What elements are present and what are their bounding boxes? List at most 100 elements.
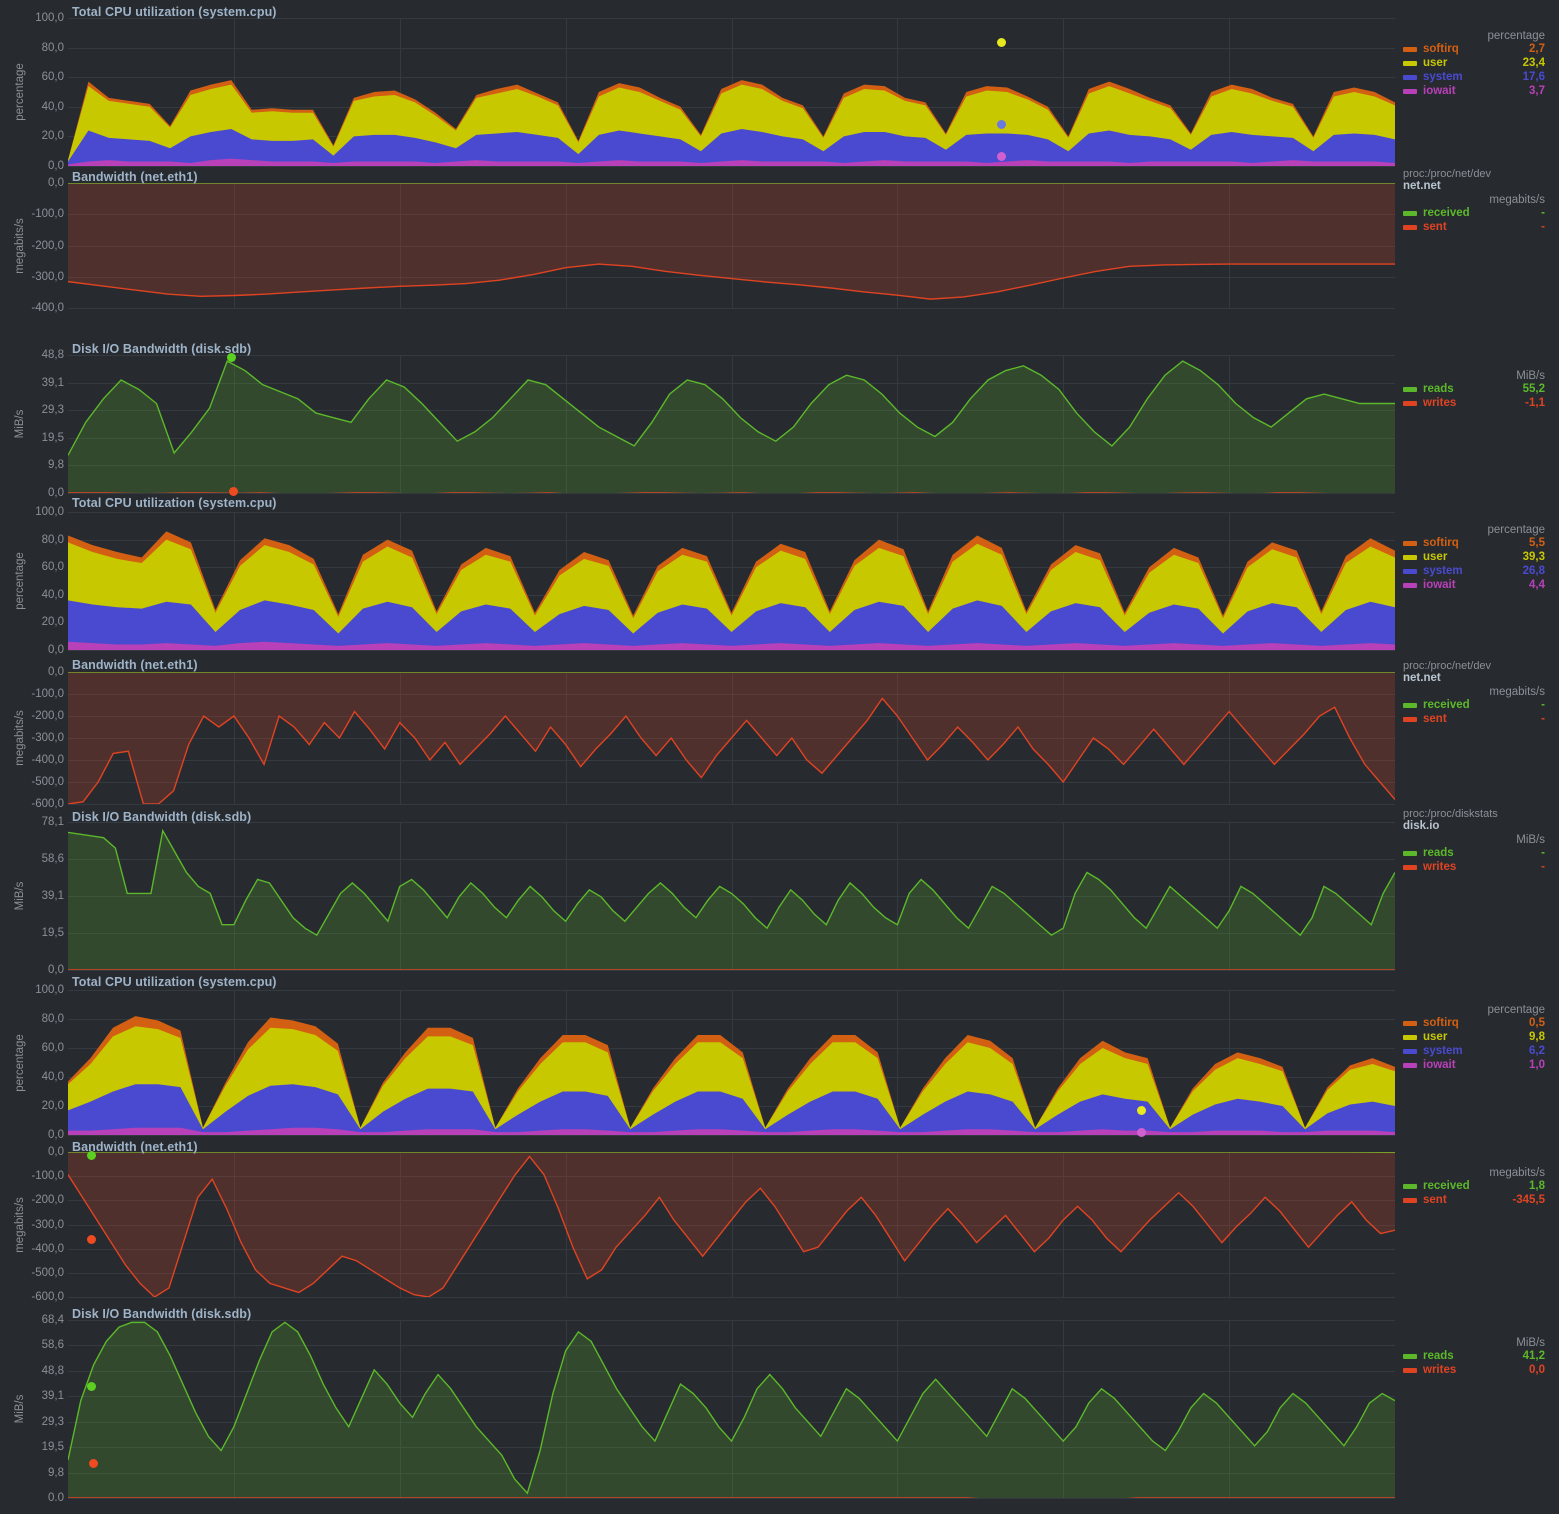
- legend-family: net.net: [1403, 180, 1441, 192]
- plot-area-cpu-1[interactable]: [68, 18, 1395, 167]
- legend-swatch-icon: [1403, 60, 1417, 66]
- legend-dimension-name: softirq: [1423, 537, 1459, 549]
- legend-item-iowait[interactable]: iowait 3,7: [1395, 84, 1555, 98]
- legend-units: MiB/s: [1516, 370, 1545, 382]
- plot-area-cpu-2[interactable]: [68, 512, 1395, 651]
- legend-item-softirq[interactable]: softirq 5,5: [1395, 536, 1555, 550]
- legend-item-user[interactable]: user 23,4: [1395, 56, 1555, 70]
- legend-family: disk.io: [1403, 820, 1440, 832]
- legend-item-received[interactable]: received 1,8: [1395, 1179, 1555, 1193]
- legend-item-system[interactable]: system 26,8: [1395, 564, 1555, 578]
- legend-item-softirq[interactable]: softirq 0,5: [1395, 1016, 1555, 1030]
- y-tick: 9,8: [48, 459, 64, 472]
- legend-item-sent[interactable]: sent -: [1395, 220, 1555, 234]
- legend-item-received[interactable]: received -: [1395, 698, 1555, 712]
- series-cpu-2: [68, 531, 1395, 650]
- y-tick: 20,0: [41, 130, 64, 143]
- legend-dimension-name: system: [1423, 71, 1463, 83]
- legend-dimension-value: 1,0: [1529, 1059, 1545, 1071]
- legend-dimension-name: writes: [1423, 397, 1457, 409]
- legend-swatch-icon: [1403, 88, 1417, 94]
- legend-item-sent[interactable]: sent -: [1395, 712, 1555, 726]
- legend-item-iowait[interactable]: iowait 4,4: [1395, 578, 1555, 592]
- y-tick: 80,0: [41, 1013, 64, 1025]
- legend-swatch-icon: [1403, 400, 1417, 406]
- legend-dimension-name: reads: [1423, 1350, 1454, 1362]
- legend-swatch-icon: [1403, 864, 1417, 870]
- plot-area-disk-2[interactable]: [68, 822, 1395, 971]
- legend-dimension-value: 2,7: [1529, 43, 1545, 55]
- plot-area-net-2[interactable]: [68, 672, 1395, 805]
- y-axis-label-net-3: megabits/s: [14, 1196, 26, 1253]
- y-tick: -200,0: [31, 1194, 64, 1207]
- legend-dimension-name: received: [1423, 1180, 1470, 1192]
- legend-item-reads[interactable]: reads 55,2: [1395, 382, 1555, 396]
- y-tick: 40,0: [41, 1071, 64, 1083]
- series-disk-2: [68, 822, 1395, 970]
- legend-dimension-name: writes: [1423, 861, 1457, 873]
- y-tick: 19,5: [41, 1441, 64, 1454]
- hover-marker-writes: [89, 1459, 98, 1468]
- y-axis-disk-3: 68,4 58,6 48,8 39,1 29,3 19,5 9,8 0.0 MiB/s: [0, 1314, 68, 1504]
- y-tick: -300,0: [31, 270, 64, 283]
- legend-dimension-value: 39,3: [1522, 551, 1545, 563]
- y-axis-cpu-3: 100,0 80,0 60,0 40,0 20,0 0,0 percentage: [0, 984, 68, 1141]
- legend-dimension-value: 55,2: [1522, 383, 1545, 395]
- legend-dimension-value: -345,5: [1512, 1194, 1545, 1206]
- y-tick: 29,3: [41, 1415, 64, 1428]
- legend-dimension-name: softirq: [1423, 1017, 1459, 1029]
- legend-swatch-icon: [1403, 540, 1417, 546]
- y-tick: -300,0: [31, 1218, 64, 1231]
- y-tick: 20,0: [41, 1100, 64, 1112]
- legend-item-writes[interactable]: writes -1,1: [1395, 396, 1555, 410]
- legend-context: proc:/proc/net/dev: [1403, 168, 1492, 180]
- plot-area-disk-3[interactable]: [68, 1320, 1395, 1499]
- y-axis-label-cpu-2: percentage: [14, 552, 26, 610]
- panel-title-net-2: Bandwidth (net.eth1): [72, 658, 198, 672]
- plot-area-cpu-3[interactable]: [68, 990, 1395, 1136]
- legend-item-writes[interactable]: writes -: [1395, 860, 1555, 874]
- y-axis-disk-2: 78,1 58,6 39,1 19,5 0,0 MiB/s: [0, 816, 68, 976]
- y-axis-label-cpu-1: percentage: [14, 63, 26, 121]
- legend-context: proc:/proc/net/dev: [1403, 660, 1492, 672]
- legend-dimension-name: iowait: [1423, 1059, 1456, 1071]
- y-tick: 48,8: [41, 1364, 64, 1377]
- legend-item-softirq[interactable]: softirq 2,7: [1395, 42, 1555, 56]
- y-tick: -400,0: [31, 302, 64, 314]
- y-axis-net-1: 0,0 -100,0 -200,0 -300,0 -400,0 megabits/s: [0, 177, 68, 314]
- legend-units: percentage: [1487, 524, 1545, 536]
- legend-item-sent[interactable]: sent -345,5: [1395, 1193, 1555, 1207]
- legend-cpu-3: percentage softirq 0,5 user 9,8 system 6,2 iowa…: [1395, 1002, 1555, 1072]
- legend-swatch-icon: [1403, 1062, 1417, 1068]
- legend-item-system[interactable]: system 6,2: [1395, 1044, 1555, 1058]
- legend-dimension-name: user: [1423, 551, 1448, 563]
- legend-dimension-name: sent: [1423, 221, 1447, 233]
- legend-item-writes[interactable]: writes 0,0: [1395, 1363, 1555, 1377]
- legend-dimension-value: 3,7: [1529, 85, 1545, 97]
- legend-item-reads[interactable]: reads -: [1395, 846, 1555, 860]
- legend-dimension-value: 0,0: [1529, 1364, 1545, 1376]
- legend-dimension-value: 26,8: [1522, 565, 1545, 577]
- y-tick: 9,8: [48, 1466, 64, 1479]
- legend-dimension-name: sent: [1423, 1194, 1447, 1206]
- legend-item-received[interactable]: received -: [1395, 206, 1555, 220]
- legend-item-user[interactable]: user 39,3: [1395, 550, 1555, 564]
- plot-area-disk-1[interactable]: [68, 355, 1395, 494]
- y-tick: -200,0: [31, 710, 64, 722]
- hover-marker-user: [997, 38, 1006, 47]
- y-axis-label-disk-1: MiB/s: [14, 409, 26, 439]
- legend-item-system[interactable]: system 17,6: [1395, 70, 1555, 84]
- plot-area-net-1[interactable]: [68, 183, 1395, 309]
- plot-area-net-3[interactable]: [68, 1152, 1395, 1298]
- y-tick: 78,1: [41, 816, 64, 828]
- y-tick: 39,1: [41, 376, 64, 389]
- y-tick: 29,3: [41, 404, 64, 417]
- legend-item-reads[interactable]: reads 41,2: [1395, 1349, 1555, 1363]
- series-disk-3: [68, 1320, 1395, 1498]
- panel-title-cpu-2: Total CPU utilization (system.cpu): [72, 496, 277, 510]
- y-tick: 39,1: [41, 890, 64, 902]
- y-tick: -400,0: [31, 1242, 64, 1255]
- legend-cpu-2: percentage softirq 5,5 user 39,3 system 26,8 io…: [1395, 522, 1555, 592]
- legend-item-iowait[interactable]: iowait 1,0: [1395, 1058, 1555, 1072]
- legend-item-user[interactable]: user 9,8: [1395, 1030, 1555, 1044]
